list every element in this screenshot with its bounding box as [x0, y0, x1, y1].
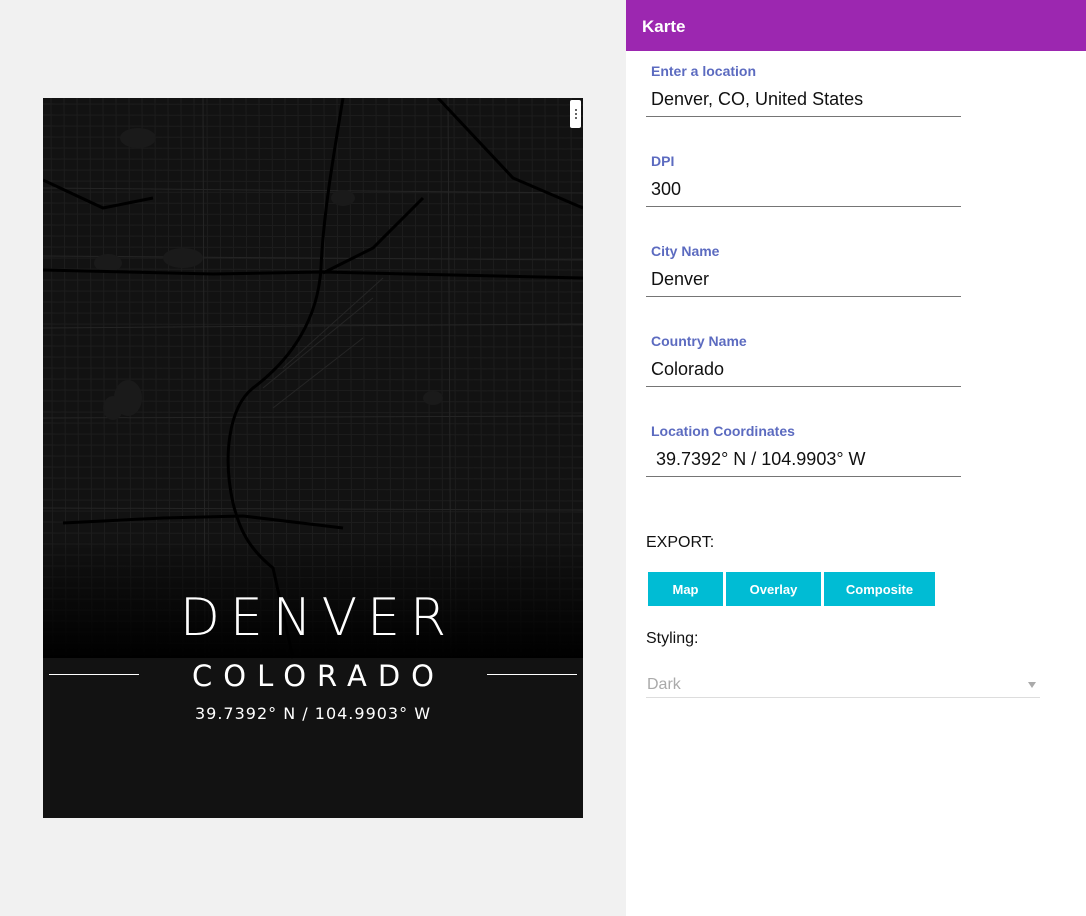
- poster-country: COLORADO: [192, 659, 445, 693]
- location-label: Enter a location: [651, 63, 757, 79]
- panel-title: Karte: [626, 0, 1086, 51]
- zoom-out-icon[interactable]: [574, 117, 577, 119]
- country-name-label: Country Name: [651, 333, 747, 349]
- dpi-input[interactable]: [646, 169, 961, 207]
- styling-select-value: Dark: [647, 675, 681, 693]
- styling-label: Styling:: [646, 630, 699, 647]
- location-input[interactable]: [646, 79, 961, 117]
- coordinates-field: Location Coordinates: [646, 423, 961, 477]
- chevron-down-icon: [1028, 681, 1036, 688]
- poster-coordinates: 39.7392° N / 104.9903° W: [194, 704, 432, 723]
- dpi-field: DPI: [646, 153, 961, 207]
- control-panel: Karte Enter a location DPI City Name Cou…: [626, 0, 1086, 916]
- location-field: Enter a location: [646, 63, 961, 117]
- city-name-label: City Name: [651, 243, 720, 259]
- poster-city: DENVER: [179, 588, 457, 648]
- zoom-separator-icon: [574, 113, 577, 115]
- coordinates-input[interactable]: [646, 439, 961, 477]
- map-poster[interactable]: DENVER COLORADO 39.7392° N / 104.9903° W: [43, 98, 583, 818]
- dpi-label: DPI: [651, 153, 675, 169]
- coordinates-label: Location Coordinates: [651, 423, 795, 439]
- zoom-in-icon[interactable]: [574, 109, 577, 111]
- export-overlay-button[interactable]: Overlay: [726, 572, 821, 606]
- country-name-input[interactable]: [646, 349, 961, 387]
- export-map-button[interactable]: Map: [648, 572, 723, 606]
- city-name-field: City Name: [646, 243, 961, 297]
- city-name-input[interactable]: [646, 259, 961, 297]
- export-composite-button[interactable]: Composite: [824, 572, 935, 606]
- divider-right: [487, 674, 577, 675]
- country-name-field: Country Name: [646, 333, 961, 387]
- zoom-control[interactable]: [570, 100, 581, 128]
- export-buttons: Map Overlay Composite: [648, 572, 935, 606]
- styling-select[interactable]: Dark: [646, 672, 1040, 698]
- export-label: EXPORT:: [646, 534, 715, 551]
